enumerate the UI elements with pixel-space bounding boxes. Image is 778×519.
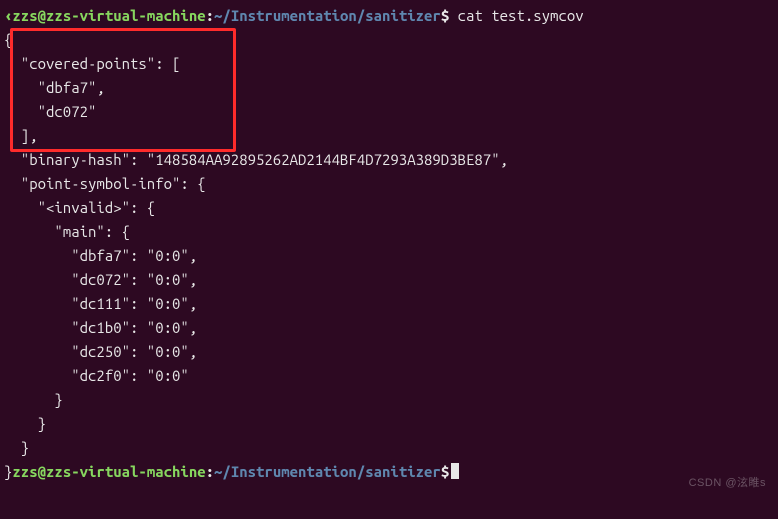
json-main-dc072: "dc072": "0:0", — [4, 268, 778, 292]
json-main-dc111: "dc111": "0:0", — [4, 292, 778, 316]
prompt-user: zzs — [12, 7, 37, 24]
prompt-at: @ — [38, 7, 46, 24]
json-covered-close: ], — [4, 124, 778, 148]
prompt-path: ~/Instrumentation/sanitizer — [214, 7, 441, 24]
json-invalid-key: "<invalid>": { — [4, 196, 778, 220]
cursor[interactable] — [451, 463, 459, 479]
terminal-output: ‹zzs@zzs-virtual-machine:~/Instrumentati… — [4, 4, 778, 484]
prompt-colon: : — [206, 463, 214, 480]
json-point-dc072: "dc072" — [4, 100, 778, 124]
watermark: CSDN @泫睢s — [689, 471, 766, 495]
json-point-symbol-info: "point-symbol-info": { — [4, 172, 778, 196]
json-main-dc1b0: "dc1b0": "0:0", — [4, 316, 778, 340]
json-main-close: } — [4, 388, 778, 412]
command-text: cat test.symcov — [449, 7, 583, 24]
json-main-dc2f0: "dc2f0": "0:0" — [4, 364, 778, 388]
prompt-dollar: $ — [441, 463, 449, 480]
json-main-dbfa7: "dbfa7": "0:0", — [4, 244, 778, 268]
json-covered-points-key: "covered-points": [ — [4, 52, 778, 76]
prompt-dollar: $ — [441, 7, 449, 24]
json-open-brace: { — [4, 28, 778, 52]
prompt-line-1[interactable]: ‹zzs@zzs-virtual-machine:~/Instrumentati… — [4, 4, 778, 28]
prompt-path: ~/Instrumentation/sanitizer — [214, 463, 441, 480]
json-binary-hash: "binary-hash": "148584AA92895262AD2144BF… — [4, 148, 778, 172]
prompt-at: @ — [38, 463, 46, 480]
prompt-user: zzs — [12, 463, 37, 480]
json-main-dc250: "dc250": "0:0", — [4, 340, 778, 364]
json-psym-close: } — [4, 436, 778, 460]
prompt-colon: : — [206, 7, 214, 24]
prompt-host: zzs-virtual-machine — [46, 7, 206, 24]
prompt-host: zzs-virtual-machine — [46, 463, 206, 480]
prompt-line-2[interactable]: }zzs@zzs-virtual-machine:~/Instrumentati… — [4, 460, 778, 484]
json-invalid-close: } — [4, 412, 778, 436]
json-point-dbfa7: "dbfa7", — [4, 76, 778, 100]
json-main-key: "main": { — [4, 220, 778, 244]
